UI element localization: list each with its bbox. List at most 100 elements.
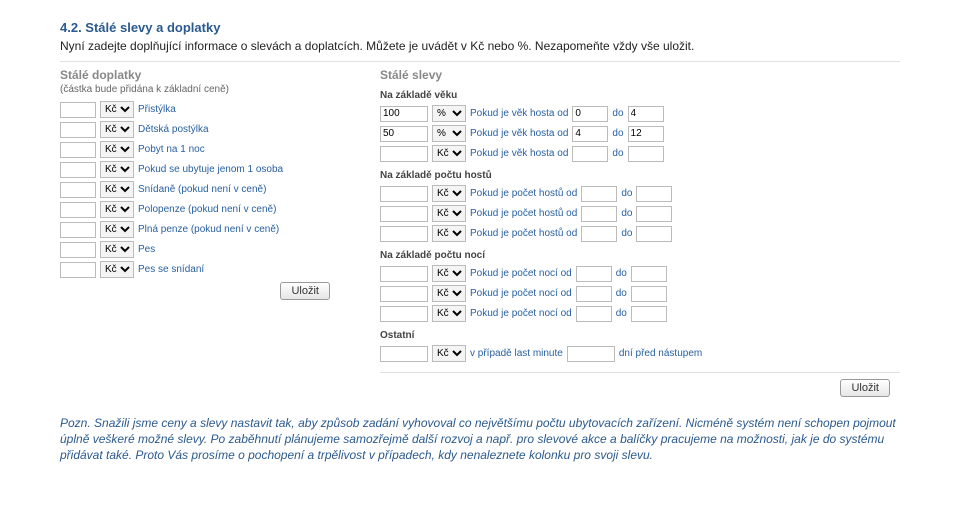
amount-input[interactable] — [380, 226, 428, 242]
surcharge-row: Kč%Pes se snídaní — [60, 261, 340, 278]
amount-input[interactable] — [380, 206, 428, 222]
to-word: do — [612, 148, 623, 159]
amount-input[interactable] — [60, 222, 96, 238]
count-text: Pokud je počet nocí od — [470, 268, 572, 279]
amount-input[interactable] — [380, 146, 428, 162]
from-input[interactable] — [581, 226, 617, 242]
to-input[interactable] — [636, 206, 672, 222]
guest-rows: Kč% Pokud je počet hostů od do Kč% Pokud je … — [380, 185, 900, 242]
amount-input[interactable] — [380, 306, 428, 322]
night-rows: Kč% Pokud je počet nocí od do Kč% Pokud je p… — [380, 265, 900, 322]
from-input[interactable] — [576, 266, 612, 282]
unit-select[interactable]: Kč% — [432, 285, 466, 302]
from-input[interactable] — [581, 206, 617, 222]
unit-select[interactable]: Kč% — [100, 201, 134, 218]
other-subhead: Ostatní — [380, 330, 900, 341]
surcharge-row: Kč%Pes — [60, 241, 340, 258]
unit-select[interactable]: Kč% — [100, 101, 134, 118]
to-input[interactable] — [631, 286, 667, 302]
surcharge-row: Kč% Pobyt na 1 noc — [60, 141, 340, 158]
amount-input[interactable] — [380, 106, 428, 122]
surcharge-label: Přistýlka — [138, 104, 176, 115]
unit-select[interactable]: Kč% — [100, 221, 134, 238]
unit-select[interactable]: Kč% — [100, 261, 134, 278]
count-text: Pokud je počet hostů od — [470, 188, 577, 199]
unit-select[interactable]: Kč% — [432, 145, 466, 162]
from-input[interactable] — [576, 306, 612, 322]
amount-input[interactable] — [380, 126, 428, 142]
surcharge-label: Pobyt na 1 noc — [138, 144, 205, 155]
surcharge-row: Kč%Pokud se ubytuje jenom 1 osoba — [60, 161, 340, 178]
from-input[interactable] — [572, 126, 608, 142]
from-input[interactable] — [581, 186, 617, 202]
amount-input[interactable] — [60, 242, 96, 258]
to-input[interactable] — [636, 226, 672, 242]
to-word: do — [621, 188, 632, 199]
surcharge-row: Kč% Přistýlka — [60, 101, 340, 118]
other-unit-select[interactable]: Kč — [432, 345, 466, 362]
amount-input[interactable] — [380, 186, 428, 202]
amount-input[interactable] — [60, 162, 96, 178]
other-row: Kč v případě last minute dní před nástup… — [380, 345, 900, 362]
from-input[interactable] — [576, 286, 612, 302]
nights-subhead: Na základě počtu nocí — [380, 250, 900, 261]
amount-input[interactable] — [380, 286, 428, 302]
amount-input[interactable] — [60, 122, 96, 138]
surcharge-row: Kč% Snídaně (pokud není v ceně) — [60, 181, 340, 198]
surcharge-label: Polopenze (pokud není v ceně) — [138, 204, 276, 215]
to-word: do — [612, 108, 623, 119]
count-row: Kč%Pokud je počet nocí oddo — [380, 265, 900, 282]
unit-select[interactable]: Kč% — [100, 241, 134, 258]
age-row: Kč%Pokud je věk hosta oddo — [380, 125, 900, 142]
unit-select[interactable]: Kč% — [100, 181, 134, 198]
save-button[interactable]: Uložit — [280, 282, 330, 300]
discounts-column: Stálé slevy Na základě věku Kč%Pokud je … — [380, 68, 900, 397]
amount-input[interactable] — [380, 266, 428, 282]
unit-select[interactable]: Kč% — [100, 121, 134, 138]
footnote: Pozn. Snažili jsme ceny a slevy nastavit… — [60, 415, 900, 464]
age-rows: Kč%Pokud je věk hosta oddoKč%Pokud je vě… — [380, 105, 900, 162]
amount-input[interactable] — [60, 182, 96, 198]
to-word: do — [616, 288, 627, 299]
count-row: Kč%Pokud je počet hostů oddo — [380, 205, 900, 222]
unit-select[interactable]: Kč% — [432, 205, 466, 222]
intro-text: Nyní zadejte doplňující informace o slev… — [60, 39, 900, 53]
amount-input[interactable] — [60, 202, 96, 218]
section-heading: 4.2. Stálé slevy a doplatky — [60, 20, 900, 35]
unit-select[interactable]: Kč% — [100, 141, 134, 158]
count-text: Pokud je počet nocí od — [470, 288, 572, 299]
to-input[interactable] — [631, 306, 667, 322]
amount-input[interactable] — [60, 102, 96, 118]
to-input[interactable] — [628, 146, 664, 162]
unit-select[interactable]: Kč% — [432, 305, 466, 322]
surcharge-label: Snídaně (pokud není v ceně) — [138, 184, 266, 195]
save-button[interactable]: Uložit — [840, 379, 890, 397]
unit-select[interactable]: Kč% — [100, 161, 134, 178]
count-text: Pokud je počet hostů od — [470, 208, 577, 219]
amount-input[interactable] — [60, 262, 96, 278]
unit-select[interactable]: Kč% — [432, 265, 466, 282]
other-amount-input[interactable] — [380, 346, 428, 362]
unit-select[interactable]: Kč% — [432, 105, 466, 122]
to-input[interactable] — [631, 266, 667, 282]
age-subhead: Na základě věku — [380, 90, 900, 101]
guests-subhead: Na základě počtu hostů — [380, 170, 900, 181]
count-row: Kč% Pokud je počet nocí od do — [380, 305, 900, 322]
amount-input[interactable] — [60, 142, 96, 158]
surcharge-row: Kč% Polopenze (pokud není v ceně) — [60, 201, 340, 218]
from-input[interactable] — [572, 106, 608, 122]
age-text: Pokud je věk hosta od — [470, 108, 568, 119]
to-word: do — [616, 308, 627, 319]
surcharges-list: Kč%PřistýlkaKč%Dětská postýlkaKč%Pobyt n… — [60, 101, 340, 278]
other-text1: v případě last minute — [470, 348, 563, 359]
to-input[interactable] — [628, 126, 664, 142]
from-input[interactable] — [572, 146, 608, 162]
age-row: Kč% Pokud je věk hosta od do — [380, 105, 900, 122]
to-input[interactable] — [628, 106, 664, 122]
unit-select[interactable]: Kč% — [432, 225, 466, 242]
count-text: Pokud je počet nocí od — [470, 308, 572, 319]
unit-select[interactable]: Kč% — [432, 125, 466, 142]
other-days-input[interactable] — [567, 346, 615, 362]
unit-select[interactable]: Kč% — [432, 185, 466, 202]
to-input[interactable] — [636, 186, 672, 202]
